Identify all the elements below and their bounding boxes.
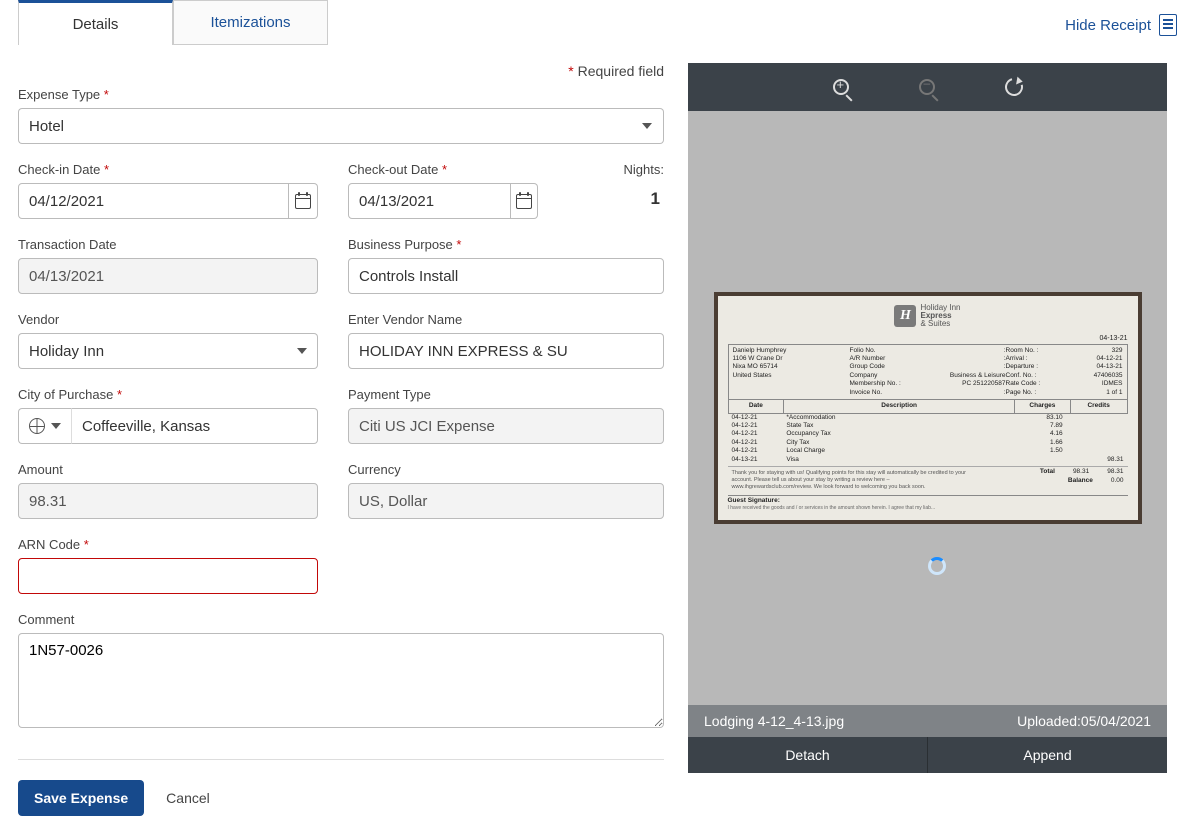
rotate-icon [1001,75,1026,100]
required-note: * Required field [18,63,664,87]
calendar-icon [516,194,532,209]
vendor-select[interactable]: Holiday Inn [18,333,288,369]
receipt-uploaded: Uploaded:05/04/2021 [1017,713,1151,729]
nights-label: Nights: [604,162,664,177]
comment-label: Comment [18,612,664,627]
rotate-button[interactable] [1005,78,1023,96]
checkin-date-field[interactable] [18,183,289,219]
currency-label: Currency [348,462,664,477]
chevron-down-icon [642,123,652,129]
checkout-date-field[interactable] [348,183,511,219]
cancel-button[interactable]: Cancel [166,790,210,806]
checkin-label: Check-in Date * [18,162,318,177]
save-expense-button[interactable]: Save Expense [18,780,144,816]
hide-receipt-label: Hide Receipt [1065,17,1151,34]
append-button[interactable]: Append [928,737,1167,773]
nights-value: 1 [604,183,664,209]
receipt-filename: Lodging 4-12_4-13.jpg [704,713,844,729]
payment-type-label: Payment Type [348,387,664,402]
arn-code-field[interactable] [18,558,318,594]
calendar-icon [295,194,311,209]
zoom-in-icon [833,79,849,95]
tab-details[interactable]: Details [18,0,173,45]
business-purpose-label: Business Purpose * [348,237,664,252]
expense-type-label: Expense Type * [18,87,664,102]
zoom-out-icon [919,79,935,95]
arn-label: ARN Code * [18,537,318,552]
tab-itemizations[interactable]: Itemizations [173,0,328,45]
chevron-down-icon [51,423,61,429]
chevron-down-icon [297,348,307,354]
detach-button[interactable]: Detach [688,737,928,773]
receipt-file-bar: Lodging 4-12_4-13.jpg Uploaded:05/04/202… [688,705,1167,737]
checkout-calendar-button[interactable] [511,183,538,219]
vendor-label: Vendor [18,312,318,327]
amount-field [18,483,318,519]
globe-icon [29,418,45,434]
vendor-name-field[interactable] [348,333,664,369]
hide-receipt-link[interactable]: Hide Receipt [1065,0,1177,36]
checkin-calendar-button[interactable] [289,183,318,219]
city-locale-button[interactable] [18,408,72,444]
tab-itemizations-label: Itemizations [210,14,290,31]
receipt-image[interactable]: H Holiday InnExpress& Suites 04-13-21 Da… [688,111,1167,705]
city-label: City of Purchase * [18,387,318,402]
vendor-dropdown-button[interactable] [288,333,318,369]
receipt-panel: H Holiday InnExpress& Suites 04-13-21 Da… [688,63,1167,773]
receipt-toolbar [688,63,1167,111]
amount-label: Amount [18,462,318,477]
checkout-label: Check-out Date * [348,162,538,177]
transaction-date-field [18,258,318,294]
expense-type-select[interactable]: Hotel [18,108,632,144]
details-form: * Required field Expense Type * Hotel Ch… [18,45,688,826]
city-field[interactable] [72,408,318,444]
vendor-name-label: Enter Vendor Name [348,312,664,327]
tab-bar: Details Itemizations [18,0,328,45]
divider [18,759,664,760]
transaction-date-label: Transaction Date [18,237,318,252]
zoom-out-button[interactable] [919,79,935,95]
receipt-icon [1159,14,1177,36]
tab-details-label: Details [73,16,119,33]
currency-field [348,483,664,519]
comment-field[interactable]: 1N57-0026 [18,633,664,728]
holiday-inn-logo-icon: H [894,305,916,327]
zoom-in-button[interactable] [833,79,849,95]
business-purpose-field[interactable] [348,258,664,294]
expense-type-dropdown-button[interactable] [632,108,664,144]
payment-type-field [348,408,664,444]
loading-spinner-icon [928,557,946,575]
